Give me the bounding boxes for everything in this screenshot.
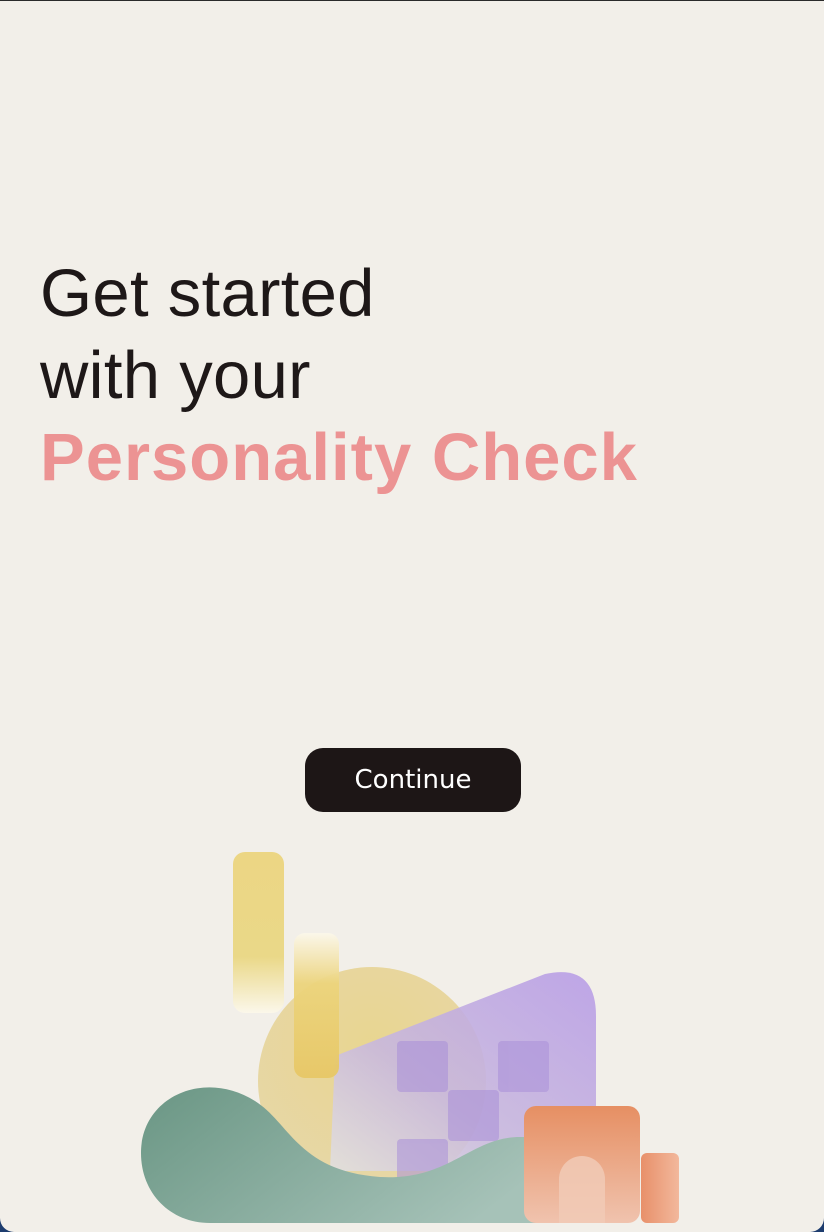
headline-line-2: with your	[40, 338, 311, 413]
small-orange-block	[641, 1153, 679, 1223]
continue-button[interactable]: Continue	[305, 748, 521, 812]
headline-accent: Personality Check	[40, 420, 638, 495]
tall-yellow-bar	[233, 852, 284, 1013]
abstract-shapes-illustration	[141, 852, 679, 1223]
short-yellow-bar	[294, 933, 339, 1078]
arch-door	[559, 1156, 605, 1223]
headline-line-1: Get started	[40, 256, 375, 331]
headline: Get started with your Personality Check	[40, 253, 638, 499]
onboarding-screen: Get started with your Personality Check …	[0, 0, 824, 1232]
